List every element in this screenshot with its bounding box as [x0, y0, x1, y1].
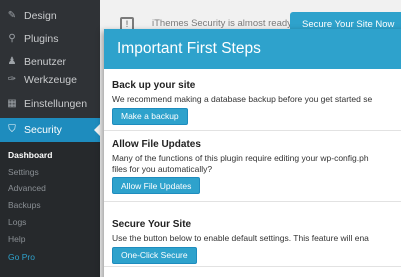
paintbrush-icon: ✎	[7, 10, 17, 21]
submenu-backups[interactable]: Backups	[8, 200, 41, 210]
submenu-advanced[interactable]: Advanced	[8, 183, 46, 193]
one-click-secure-button[interactable]: One-Click Secure	[112, 246, 197, 264]
modal-title: Important First Steps	[104, 29, 401, 69]
wrench-icon: ✑	[7, 74, 17, 85]
sidebar-item-label: Benutzer	[24, 56, 67, 68]
submenu-help[interactable]: Help	[8, 234, 25, 244]
sidebar-item-security[interactable]: ⛉ Security	[0, 118, 100, 142]
submenu-go-pro[interactable]: Go Pro	[8, 252, 35, 262]
secure-site-section: Secure Your Site Use the button below to…	[112, 219, 401, 264]
submenu-dashboard[interactable]: Dashboard	[8, 150, 52, 160]
plugin-icon: ⚲	[8, 33, 16, 44]
divider	[104, 201, 401, 202]
file-updates-section: Allow File Updates Many of the functions…	[112, 139, 401, 194]
shield-icon: ⛉	[8, 124, 16, 135]
first-steps-modal: Important First Steps Back up your site …	[104, 29, 401, 277]
submenu-settings[interactable]: Settings	[8, 167, 39, 177]
sidebar-item-tools[interactable]: ✑ Werkzeuge	[0, 68, 100, 92]
section-text: Use the button below to enable default s…	[112, 233, 369, 243]
sidebar-item-label: Einstellungen	[24, 98, 88, 110]
settings-icon: ▦	[7, 98, 17, 109]
allow-file-updates-button[interactable]: Allow File Updates	[112, 177, 201, 194]
sidebar-item-label: Plugins	[24, 33, 59, 45]
screen: ✎ Design ⚲ Plugins ♟ Benutzer ✑ Werkzeug…	[0, 0, 401, 277]
users-icon: ♟	[7, 56, 17, 67]
sidebar-item-settings[interactable]: ▦ Einstellungen	[0, 92, 100, 116]
admin-sidebar: ✎ Design ⚲ Plugins ♟ Benutzer ✑ Werkzeug…	[0, 0, 100, 277]
section-heading: Allow File Updates	[112, 139, 201, 150]
divider	[104, 130, 401, 131]
backup-section: Back up your site We recommend making a …	[112, 80, 401, 125]
divider	[104, 266, 401, 267]
submenu-logs[interactable]: Logs	[8, 217, 26, 227]
section-text-continued: files for you automatically?	[112, 163, 213, 174]
security-submenu: Dashboard Settings Advanced Backups Logs…	[0, 142, 100, 277]
sidebar-item-label: Werkzeuge	[24, 74, 77, 86]
sidebar-item-plugins[interactable]: ⚲ Plugins	[0, 27, 100, 51]
make-backup-button[interactable]: Make a backup	[112, 107, 188, 125]
section-text: Many of the functions of this plugin req…	[112, 153, 369, 163]
sidebar-item-label: Design	[24, 10, 57, 22]
section-text: We recommend making a database backup be…	[112, 94, 373, 104]
section-heading: Secure Your Site	[112, 219, 192, 230]
section-heading: Back up your site	[112, 80, 196, 91]
notice-text: iThemes Security is almost ready.	[152, 18, 294, 29]
sidebar-item-design[interactable]: ✎ Design	[0, 4, 100, 28]
sidebar-item-label: Security	[24, 124, 62, 136]
